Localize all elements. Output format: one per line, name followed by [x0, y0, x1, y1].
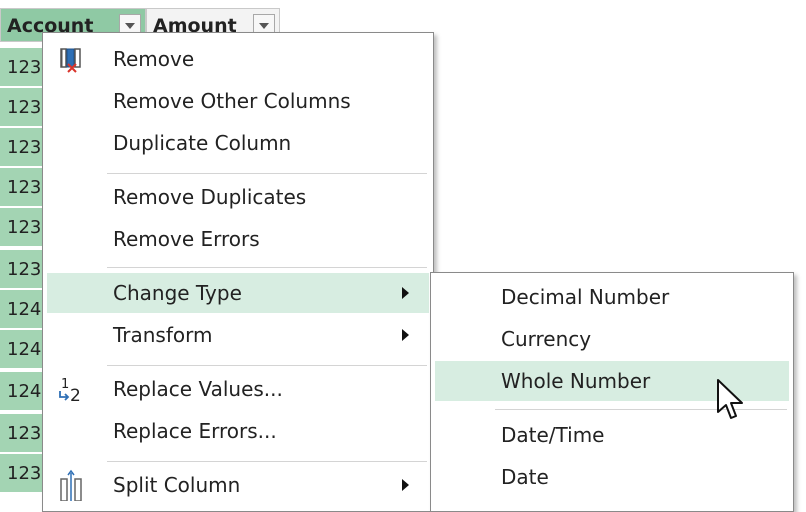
menu-item-replace-values[interactable]: 1 2 Replace Values... [47, 369, 429, 409]
grid-cell[interactable]: 124 [0, 372, 44, 412]
replace-values-icon: 1 2 [59, 377, 81, 405]
menu-item-remove[interactable]: Remove [47, 39, 429, 79]
menu-item-remove-duplicates[interactable]: Remove Duplicates [47, 177, 429, 217]
menu-separator [107, 173, 427, 174]
menu-item-label: Replace Values... [113, 377, 283, 401]
menu-item-duplicate-column[interactable]: Duplicate Column [47, 123, 429, 163]
grid-cell[interactable]: 123 [0, 414, 44, 454]
grid-cell[interactable]: 123 [0, 128, 44, 168]
menu-item-label: Change Type [113, 281, 242, 305]
submenu-item-decimal-number[interactable]: Decimal Number [435, 277, 789, 317]
submenu-item-date[interactable]: Date [435, 457, 789, 497]
menu-item-label: Split Column [113, 473, 241, 497]
split-column-icon [60, 469, 82, 501]
remove-column-icon [60, 48, 81, 73]
menu-separator [107, 365, 427, 366]
menu-separator [107, 461, 427, 462]
submenu-item-label: Date [501, 465, 549, 489]
submenu-item-label: Whole Number [501, 369, 651, 393]
submenu-item-currency[interactable]: Currency [435, 319, 789, 359]
mouse-pointer-icon [717, 379, 743, 419]
submenu-arrow-icon [402, 479, 409, 491]
submenu-item-label: Currency [501, 327, 592, 351]
menu-item-split-column[interactable]: Split Column [47, 465, 429, 505]
grid-cell[interactable]: 124 [0, 290, 44, 330]
grid-cell[interactable]: 123 [0, 208, 44, 248]
grid-cell[interactable]: 123 [0, 88, 44, 128]
menu-item-label: Remove [113, 47, 195, 71]
menu-item-transform[interactable]: Transform [47, 315, 429, 355]
menu-item-label: Remove Other Columns [113, 89, 351, 113]
grid-cell[interactable]: 123 [0, 168, 44, 208]
grid-cell[interactable]: 123 [0, 454, 44, 494]
replace-values-icon-top: 1 [61, 377, 69, 392]
grid-cell[interactable]: 123 [0, 250, 44, 290]
menu-item-replace-errors[interactable]: Replace Errors... [47, 411, 429, 451]
menu-item-label: Duplicate Column [113, 131, 292, 155]
replace-values-icon-bottom: 2 [70, 386, 81, 405]
menu-item-label: Remove Errors [113, 227, 260, 251]
grid-cell[interactable]: 124 [0, 330, 44, 370]
menu-item-label: Remove Duplicates [113, 185, 307, 209]
submenu-item-label: Decimal Number [501, 285, 670, 309]
submenu-arrow-icon [402, 287, 409, 299]
menu-item-remove-errors[interactable]: Remove Errors [47, 219, 429, 259]
column-context-menu: Remove Remove Other Columns Duplicate Co… [42, 32, 434, 512]
menu-item-change-type[interactable]: Change Type [47, 273, 429, 313]
menu-item-label: Transform [113, 323, 213, 347]
submenu-arrow-icon [402, 329, 409, 341]
submenu-item-label: Date/Time [501, 423, 605, 447]
grid-cell[interactable]: 123 [0, 48, 44, 88]
menu-item-label: Replace Errors... [113, 419, 277, 443]
menu-separator [107, 267, 427, 268]
menu-item-remove-other-columns[interactable]: Remove Other Columns [47, 81, 429, 121]
